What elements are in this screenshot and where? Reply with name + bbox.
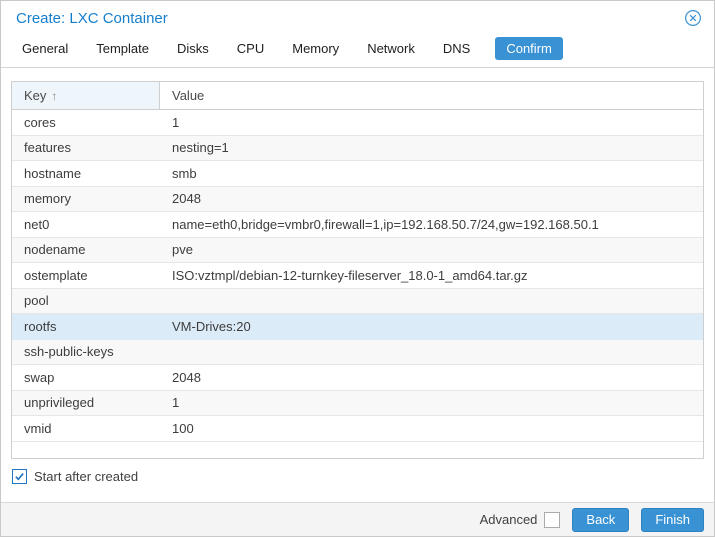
row-value: 1 (172, 395, 180, 411)
tab-confirm[interactable]: Confirm (495, 37, 563, 60)
column-header-key-label: Key (24, 88, 47, 103)
row-key: unprivileged (24, 395, 95, 411)
row-value: ISO:vztmpl/debian-12-turnkey-fileserver_… (172, 267, 528, 283)
tab-template[interactable]: Template (93, 37, 152, 60)
row-value (160, 289, 703, 314)
row-value: 100 (172, 420, 194, 436)
config-summary-grid: Key ↑ Value cores 1 features nesting=1 hostn… (11, 81, 704, 459)
table-row[interactable]: cores 1 (12, 110, 703, 136)
table-row[interactable]: vmid 100 (12, 416, 703, 442)
tab-cpu[interactable]: CPU (234, 37, 267, 60)
row-value: 2048 (172, 369, 201, 385)
row-value: 1 (172, 114, 180, 130)
confirm-panel: Key ↑ Value cores 1 features nesting=1 hostn… (1, 68, 714, 484)
table-row[interactable]: nodename pve (12, 237, 703, 263)
row-key: cores (24, 114, 56, 130)
row-key: net0 (24, 216, 50, 232)
row-value: VM-Drives:20 (172, 318, 251, 334)
table-row[interactable]: ostemplate ISO:vztmpl/debian-12-turnkey-f… (12, 263, 703, 289)
grid-header: Key ↑ Value (12, 82, 703, 110)
close-icon[interactable] (684, 9, 702, 27)
row-value: smb (172, 165, 197, 181)
row-key: memory (24, 191, 71, 207)
dialog-title: Create: LXC Container (16, 10, 168, 27)
row-key: rootfs (24, 318, 57, 334)
start-after-created-label: Start after created (34, 469, 139, 484)
tab-dns[interactable]: DNS (440, 37, 473, 60)
tab-bar: General Template Disks CPU Memory Network DNS C… (1, 31, 714, 68)
advanced-label: Advanced (479, 512, 538, 527)
tab-general[interactable]: General (19, 37, 71, 60)
start-after-created-checkbox[interactable] (12, 469, 27, 484)
tab-network[interactable]: Network (364, 37, 418, 60)
table-row[interactable]: memory 2048 (12, 186, 703, 212)
table-row[interactable]: net0 name=eth0,bridge=vmbr0,firewall=1,ip… (12, 212, 703, 238)
start-after-created-option[interactable]: Start after created (12, 469, 138, 484)
row-key: ssh-public-keys (24, 344, 114, 360)
row-key: nodename (24, 242, 86, 258)
table-row[interactable]: ssh-public-keys (12, 339, 703, 365)
row-value: nesting=1 (172, 140, 229, 156)
tab-disks[interactable]: Disks (174, 37, 212, 60)
table-row[interactable]: hostname smb (12, 161, 703, 187)
finish-button[interactable]: Finish (641, 507, 704, 532)
table-row[interactable]: rootfs VM-Drives:20 (12, 314, 703, 340)
table-row[interactable]: pool (12, 288, 703, 314)
create-lxc-container-dialog: Create: LXC Container General Template Dis… (0, 0, 715, 537)
row-value (160, 340, 703, 365)
sort-ascending-icon: ↑ (51, 88, 58, 103)
column-header-value-label: Value (172, 88, 205, 103)
row-key: vmid (24, 420, 52, 436)
row-key: features (24, 140, 71, 156)
row-key: hostname (24, 165, 82, 181)
column-header-key[interactable]: Key ↑ (12, 82, 160, 109)
footer-bar: Advanced Back Finish (1, 502, 714, 536)
advanced-checkbox[interactable] (544, 511, 561, 528)
dialog-titlebar: Create: LXC Container (1, 1, 714, 31)
tab-memory[interactable]: Memory (289, 37, 342, 60)
back-button[interactable]: Back (572, 507, 630, 532)
row-value: pve (172, 242, 193, 258)
row-key: pool (24, 293, 49, 309)
row-value: name=eth0,bridge=vmbr0,firewall=1,ip=192… (172, 216, 599, 232)
row-key: ostemplate (24, 267, 88, 283)
row-key: swap (24, 369, 55, 385)
table-row[interactable]: features nesting=1 (12, 135, 703, 161)
table-row[interactable]: unprivileged 1 (12, 390, 703, 416)
grid-body: cores 1 features nesting=1 hostname smb memory… (12, 110, 703, 442)
row-value: 2048 (172, 191, 201, 207)
column-header-value[interactable]: Value (160, 82, 703, 109)
table-row[interactable]: swap 2048 (12, 365, 703, 391)
